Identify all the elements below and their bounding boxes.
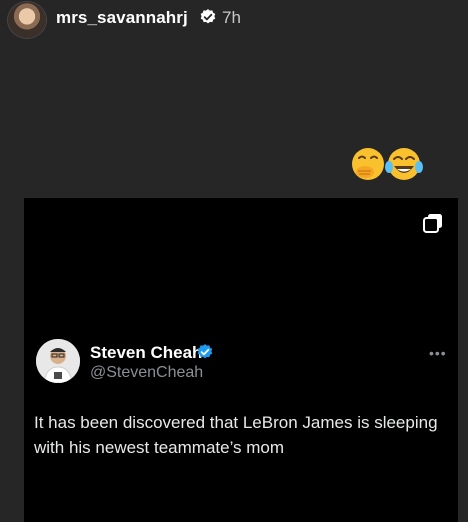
verified-badge-icon — [197, 344, 213, 359]
tweet-card[interactable]: Steven Cheah @StevenCheah ••• It has bee… — [24, 198, 458, 522]
tweet-author-handle[interactable]: @StevenCheah — [90, 364, 203, 382]
tweet-author-name[interactable]: Steven Cheah — [90, 343, 202, 363]
story-timestamp: 7h — [222, 8, 241, 27]
avatar[interactable] — [8, 2, 46, 38]
story-username[interactable]: mrs_savannahrj — [56, 8, 188, 28]
more-options-icon[interactable]: ••• — [429, 345, 447, 361]
verified-badge-icon — [200, 9, 216, 24]
profile-photo-icon — [36, 339, 80, 383]
copy-icon[interactable] — [422, 212, 444, 234]
tweet-text: It has been discovered that LeBron James… — [34, 413, 438, 457]
face-with-tears-of-joy-icon — [385, 148, 423, 180]
face-with-hand-over-mouth-icon — [352, 148, 384, 180]
tweet-author-avatar[interactable] — [36, 339, 80, 383]
reaction-emojis-icon — [352, 148, 423, 180]
story-header: mrs_savannahrj 7h — [0, 0, 468, 40]
